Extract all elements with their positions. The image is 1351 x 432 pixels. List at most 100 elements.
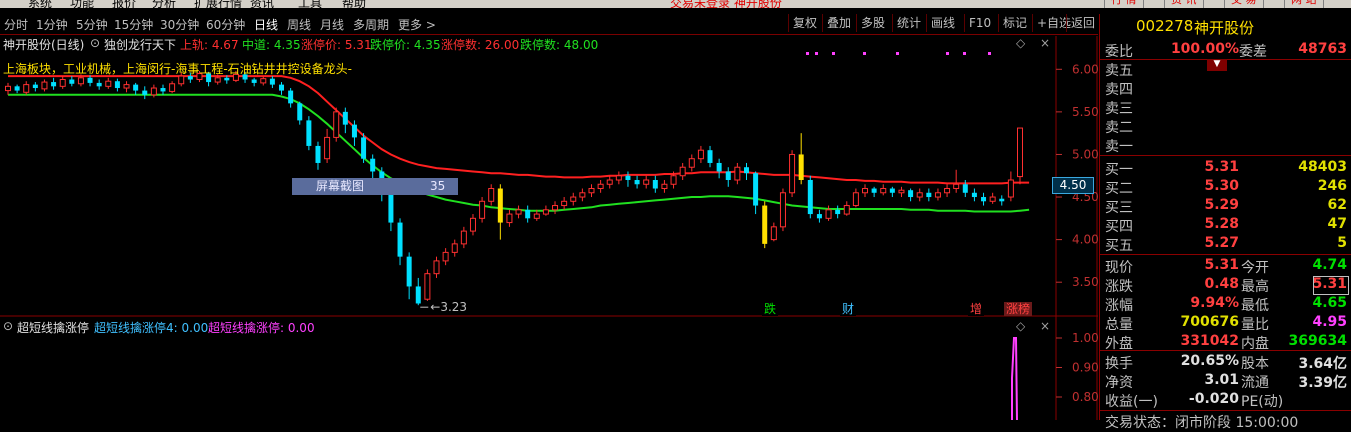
- quote-label-3a: 总量: [1105, 317, 1133, 333]
- top-nav-button-0[interactable]: 行 情: [1104, 0, 1144, 8]
- candle-body: [142, 90, 148, 95]
- toolbar-button-4[interactable]: 画线: [926, 14, 959, 32]
- candle-body: [871, 188, 877, 193]
- sub-tick-label: 1.00: [1072, 331, 1098, 345]
- toolbar-button-5[interactable]: F10: [964, 14, 995, 32]
- candle-body: [981, 197, 987, 202]
- candle-body: [251, 79, 257, 83]
- menu-item-1[interactable]: 功能: [70, 0, 94, 8]
- event-marker-2[interactable]: 增: [970, 302, 982, 316]
- candle-body: [670, 175, 677, 185]
- toolbar-button-3[interactable]: 统计: [892, 14, 925, 32]
- top-nav-button-2[interactable]: 交 易: [1224, 0, 1264, 8]
- candle-body: [789, 153, 796, 194]
- candle-body: [397, 222, 403, 257]
- signal-dot: [806, 52, 809, 55]
- quote-value-4b: 369634: [1288, 333, 1347, 349]
- period-tab-0[interactable]: 分时: [4, 16, 28, 33]
- fin-label-1b: 流通: [1241, 375, 1269, 391]
- candle-body: [460, 230, 467, 245]
- sub-tick-label: 0.80: [1072, 390, 1098, 404]
- stock-title-bar: 002278 神开股份: [1098, 14, 1351, 38]
- candle-body: [697, 149, 704, 160]
- trading-status: 交易状态：闭市阶段 15:00:00: [1105, 415, 1299, 431]
- menu-item-0[interactable]: 系统: [28, 0, 52, 8]
- event-marker-1[interactable]: 财: [842, 302, 854, 316]
- period-tab-4[interactable]: 30分钟: [160, 16, 199, 33]
- limit-up-count: 涨停数: 26.00: [441, 38, 520, 52]
- fin-label-2a: 收益(一): [1105, 394, 1158, 410]
- close-icon[interactable]: ×: [1040, 36, 1050, 50]
- signal-dot: [896, 52, 899, 55]
- period-tab-6[interactable]: 日线: [254, 16, 278, 33]
- period-tab-8[interactable]: 月线: [320, 16, 344, 33]
- buy-level-label-1: 买二: [1105, 181, 1133, 197]
- menu-item-6[interactable]: 工具: [298, 0, 322, 8]
- menu-item-3[interactable]: 分析: [152, 0, 176, 8]
- indicator-select-icon[interactable]: ⊙: [90, 36, 100, 50]
- menu-item-2[interactable]: 报价: [112, 0, 136, 8]
- quote-label-0a: 现价: [1105, 260, 1133, 276]
- toolbar-button-8[interactable]: 返回: [1066, 14, 1099, 32]
- menu-item-4[interactable]: 扩展行情: [194, 0, 242, 8]
- sub-indicator-header: ⊙ 超短线擒涨停 超短线擒涨停4: 0.00 超短线擒涨停: 0.00 ◇ ×: [0, 319, 1056, 336]
- fin-value-1a: 3.01: [1204, 372, 1239, 388]
- collapse-arrow-icon[interactable]: ▼: [1207, 59, 1227, 71]
- candle-body: [150, 87, 157, 96]
- candle-body: [224, 77, 230, 81]
- sell-level-label-0: 卖五: [1105, 63, 1133, 79]
- top-nav-button-3[interactable]: 网 站: [1284, 0, 1324, 8]
- limit-up-price: 涨停价: 5.31: [301, 38, 372, 52]
- sub-indicator-select-icon[interactable]: ⊙: [3, 319, 13, 333]
- menu-item-5[interactable]: 资讯: [250, 0, 274, 8]
- buy-level-label-4: 买五: [1105, 238, 1133, 254]
- period-tab-3[interactable]: 15分钟: [114, 16, 153, 33]
- candle-body: [652, 180, 658, 189]
- sub-collapse-icon[interactable]: ◇: [1016, 319, 1025, 333]
- period-tab-10[interactable]: 更多 >: [398, 16, 436, 33]
- fin-label-2b: PE(动): [1241, 394, 1284, 410]
- sell-level-label-2: 卖三: [1105, 101, 1133, 117]
- divider-orderbook: [1099, 155, 1351, 156]
- quote-label-0b: 今开: [1241, 260, 1269, 276]
- period-tab-9[interactable]: 多周期: [353, 16, 389, 33]
- buy-level-price-2: 5.29: [1204, 197, 1239, 213]
- candle-body: [260, 78, 267, 84]
- period-tab-1[interactable]: 1分钟: [36, 16, 68, 33]
- toolbar-button-2[interactable]: 多股: [856, 14, 889, 32]
- collapse-icon[interactable]: ◇: [1016, 36, 1025, 50]
- fin-value-0b: 3.64亿: [1298, 356, 1347, 372]
- candle-body: [269, 78, 275, 85]
- event-marker-3[interactable]: 涨榜: [1006, 301, 1030, 316]
- top-nav-button-1[interactable]: 资 讯: [1164, 0, 1204, 8]
- candle-body: [989, 196, 996, 202]
- candle-body: [962, 184, 968, 193]
- candle-body: [77, 77, 84, 85]
- period-tab-2[interactable]: 5分钟: [76, 16, 108, 33]
- candle-body: [597, 183, 604, 190]
- toolbar-button-0[interactable]: 复权: [788, 14, 821, 32]
- candle-body: [333, 111, 340, 138]
- indicator-name[interactable]: 独创龙行天下: [104, 36, 176, 53]
- candle-body: [807, 180, 813, 215]
- candle-body: [570, 196, 577, 202]
- limit-down-price: 跌停价: 4.35: [370, 38, 441, 52]
- menu-item-7[interactable]: 帮助: [342, 0, 366, 8]
- price-tick-label: 3.50: [1072, 275, 1098, 289]
- period-tab-5[interactable]: 60分钟: [206, 16, 245, 33]
- kline-chart[interactable]: 6.00 5.50 5.00 4.50 4.00 3.50 1.00 0.90 0.80 ←3.2…: [0, 36, 1098, 420]
- toolbar-button-6[interactable]: 标记: [998, 14, 1031, 32]
- current-price-box: 4.50: [1052, 177, 1094, 194]
- candle-body: [342, 111, 348, 125]
- period-tab-7[interactable]: 周线: [287, 16, 311, 33]
- event-marker-0[interactable]: 跌: [764, 301, 776, 316]
- toolbar-button-1[interactable]: 叠加: [822, 14, 855, 32]
- candle-body: [862, 188, 869, 194]
- sub-close-icon[interactable]: ×: [1040, 319, 1050, 333]
- buy-level-price-3: 5.28: [1204, 216, 1239, 232]
- sub-indicator-name[interactable]: 超短线擒涨停: [17, 319, 89, 336]
- quote-value-0a: 5.31: [1204, 257, 1239, 273]
- quote-label-1b: 最高: [1241, 279, 1269, 295]
- candle-body: [908, 190, 914, 198]
- candle-body: [643, 179, 650, 185]
